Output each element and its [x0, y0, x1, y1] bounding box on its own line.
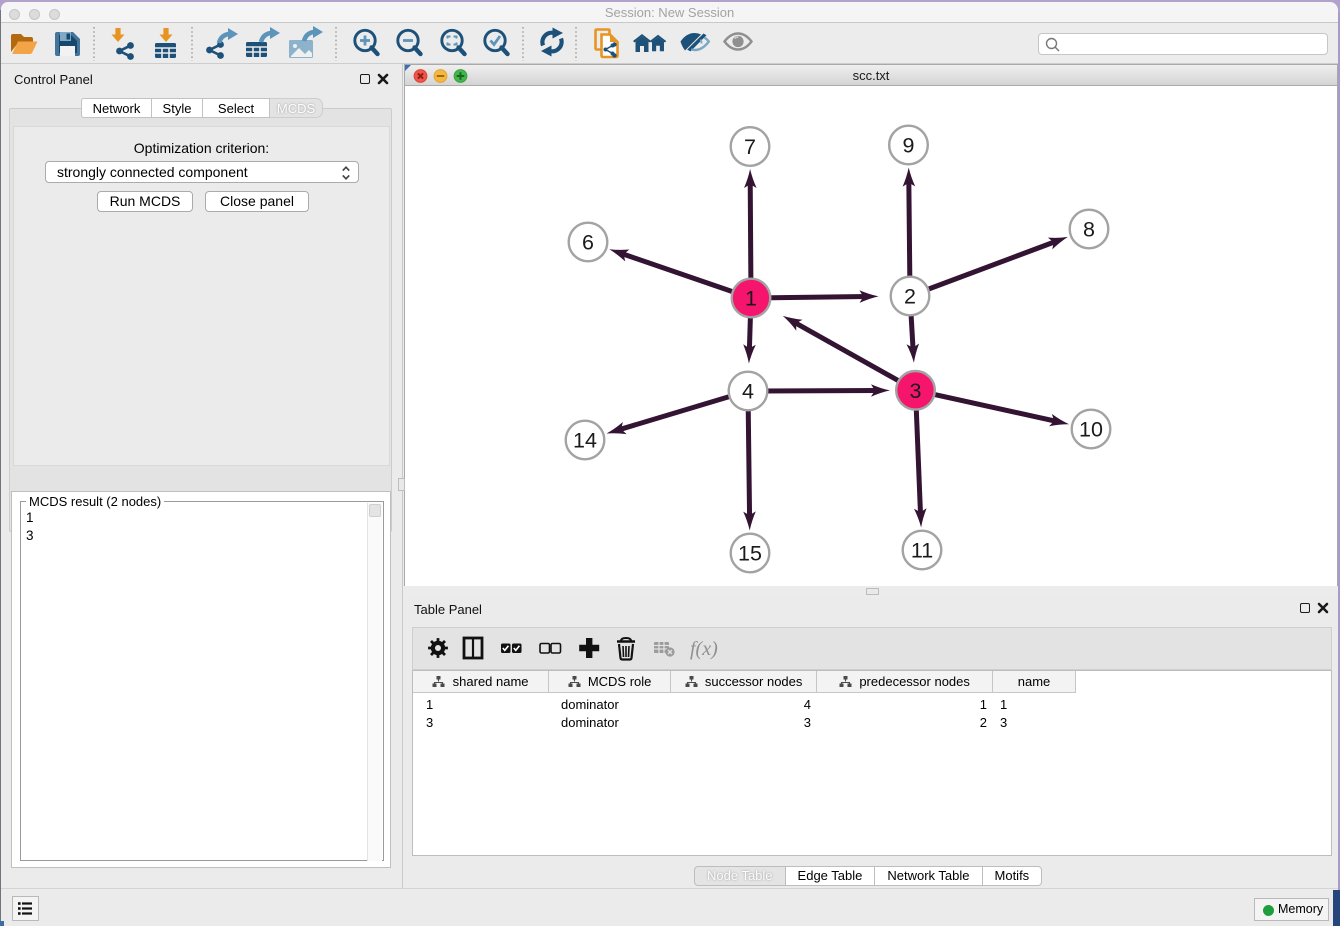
svg-text:11: 11: [911, 539, 933, 563]
svg-text:f(x): f(x): [690, 638, 718, 660]
svg-text:7: 7: [744, 135, 756, 159]
svg-text:14: 14: [573, 429, 597, 453]
svg-text:6: 6: [582, 231, 594, 255]
svg-text:4: 4: [742, 380, 754, 404]
svg-text:1: 1: [745, 287, 757, 311]
svg-text:8: 8: [1083, 218, 1095, 242]
svg-text:2: 2: [904, 285, 916, 309]
svg-text:9: 9: [903, 134, 915, 158]
svg-text:10: 10: [1079, 418, 1103, 442]
svg-text:15: 15: [738, 542, 762, 566]
svg-text:3: 3: [910, 379, 922, 403]
